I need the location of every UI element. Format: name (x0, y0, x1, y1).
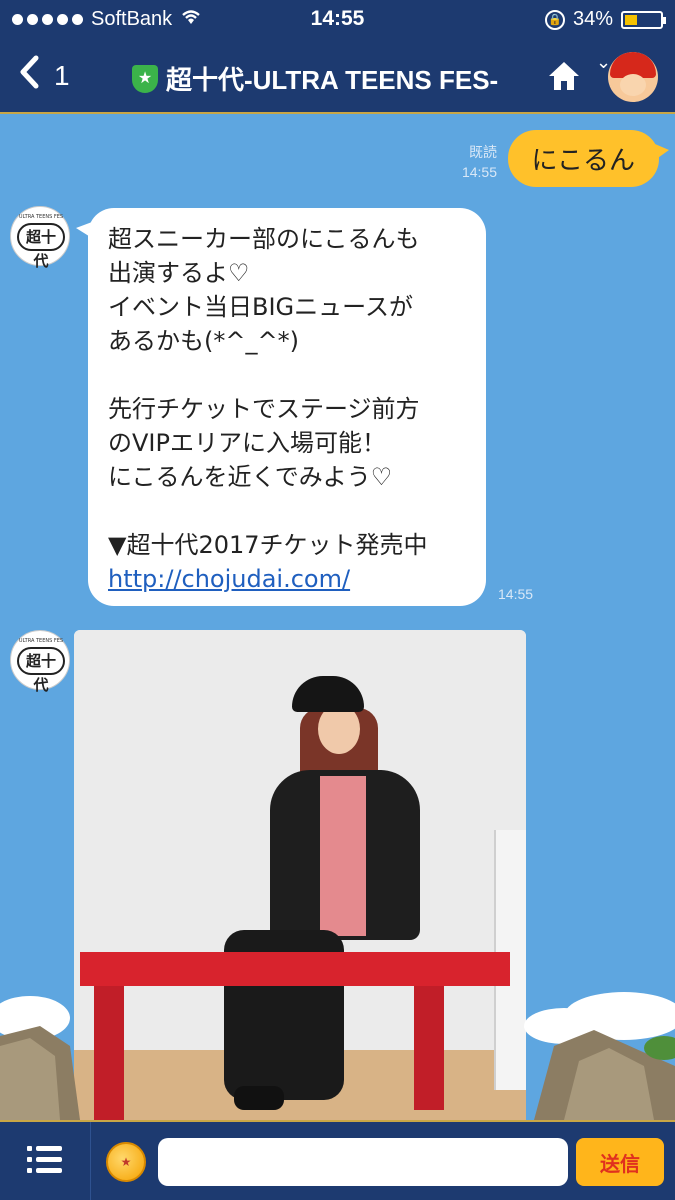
message-line: イベント当日BIGニュースが (108, 293, 413, 321)
message-line: ▼超十代2017チケット発売中 (108, 531, 428, 559)
divider (90, 1122, 91, 1200)
outgoing-message[interactable]: にこるん (507, 130, 670, 187)
unread-count: 1 (54, 59, 70, 91)
message-input[interactable] (158, 1138, 568, 1186)
input-bar: ★ 送信 (0, 1120, 675, 1200)
official-shield-icon: ★ (132, 64, 158, 93)
mountain-decoration-right (524, 992, 675, 1120)
home-icon (549, 62, 579, 90)
back-button[interactable]: 1 (18, 54, 70, 97)
outgoing-time: 14:55 (461, 164, 497, 180)
sticker-button[interactable]: ★ (106, 1142, 146, 1182)
logo-text: 超十代 (17, 647, 65, 694)
photo-message[interactable] (74, 630, 526, 1120)
logo-small-text: ULTRA TEENS FES (18, 214, 64, 220)
battery-icon (621, 10, 666, 29)
chat-title: 超十代-ULTRA TEENS FES- (166, 65, 499, 95)
message-link[interactable]: http://chojudai.com/ (108, 565, 350, 593)
sender-avatar[interactable]: ULTRA TEENS FES 超十代 (10, 206, 70, 270)
battery-percent: 34% (572, 8, 613, 30)
send-button[interactable]: 送信 (576, 1138, 664, 1186)
message-line: あるかも(*^_^*) (108, 327, 299, 355)
message-line: 出演するよ♡ (108, 259, 250, 287)
logo-small-text: ULTRA TEENS FES (18, 638, 64, 644)
status-bar: SoftBank 14:55 🔒 34% (0, 0, 675, 40)
message-line: 先行チケットでステージ前方 (108, 395, 420, 423)
menu-button[interactable] (27, 1146, 62, 1174)
avatar[interactable] (608, 52, 658, 102)
incoming-message[interactable]: 超スニーカー部のにこるんも 出演するよ♡ イベント当日BIGニュースが あるかも… (76, 208, 486, 606)
message-line: にこるんを近くでみよう♡ (108, 463, 393, 491)
chevron-left-icon (18, 54, 40, 97)
read-label: 既読 (469, 144, 497, 160)
message-line: 超スニーカー部のにこるんも (108, 225, 420, 253)
chat-title-group[interactable]: ★ 超十代-ULTRA TEENS FES- (132, 60, 498, 97)
message-line: のVIPエリアに入場可能！ (108, 429, 386, 457)
rotation-lock-icon: 🔒 (544, 9, 565, 30)
mountain-decoration-left (0, 996, 80, 1120)
read-receipt: 既読 14:55 (462, 142, 497, 182)
chat-area[interactable]: 既読 14:55 にこるん ULTRA TEENS FES 超十代 超スニーカー… (0, 116, 675, 1120)
chat-header: 1 ★ 超十代-ULTRA TEENS FES- ⌄ (0, 40, 675, 114)
logo-text: 超十代 (17, 223, 65, 270)
sender-avatar[interactable]: ULTRA TEENS FES 超十代 (10, 630, 70, 694)
home-button[interactable] (546, 58, 582, 94)
incoming-time: 14:55 (498, 586, 534, 602)
status-right: 🔒 34% (544, 8, 666, 31)
